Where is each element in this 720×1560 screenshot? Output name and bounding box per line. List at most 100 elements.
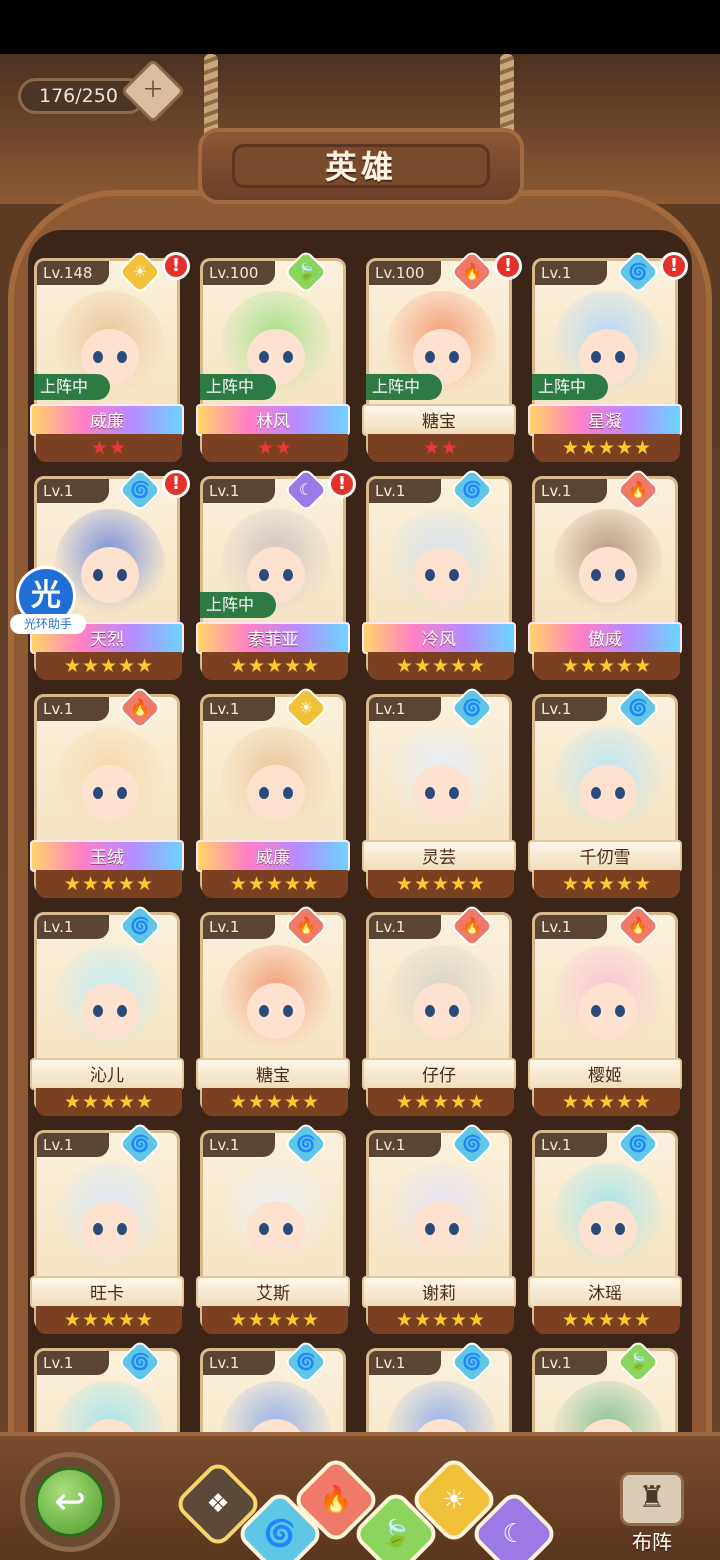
- hero-face: [413, 765, 471, 821]
- hero-face: [81, 1201, 139, 1257]
- hero-card[interactable]: Lv.1 🌀 灵芸 ★★★★★: [362, 685, 516, 900]
- hero-eye: [615, 1005, 625, 1017]
- star-rating: ★★: [202, 434, 348, 462]
- hero-face: [81, 765, 139, 821]
- hero-card[interactable]: Lv.1 🌀 沐瑶 ★★★★★: [528, 1121, 682, 1336]
- hero-name: 沁儿: [30, 1058, 184, 1090]
- hero-level: Lv.1: [37, 1351, 109, 1375]
- hero-portrait: [221, 1163, 331, 1273]
- hero-level: Lv.1: [369, 915, 441, 939]
- hero-face: [247, 1201, 305, 1257]
- hero-eye: [259, 1223, 269, 1235]
- star-rating: ★★★★★: [368, 1306, 514, 1334]
- alert-badge: !: [494, 252, 522, 280]
- hero-face: [579, 983, 637, 1039]
- hero-name: 千仞雪: [528, 840, 682, 872]
- hero-face: [579, 547, 637, 603]
- formation-button[interactable]: ♜ 布阵: [612, 1472, 692, 1556]
- hero-card[interactable]: Lv.1 ☾! 上阵中 索菲亚 ★★★★★: [196, 467, 356, 682]
- hero-portrait: [55, 1163, 165, 1273]
- star-rating: ★★★★★: [534, 1088, 680, 1116]
- hero-face: [81, 983, 139, 1039]
- back-button[interactable]: ↩: [20, 1452, 120, 1552]
- star-rating: ★★★★★: [534, 434, 680, 462]
- hero-name: 旺卡: [30, 1276, 184, 1308]
- hero-card[interactable]: Lv.1 🌀! 上阵中 星凝 ★★★★★: [528, 249, 688, 464]
- hero-portrait: [553, 1163, 663, 1273]
- hero-eye: [117, 1005, 127, 1017]
- hero-level: Lv.1: [535, 915, 607, 939]
- star-rating: ★★★★★: [368, 652, 514, 680]
- hero-level: Lv.1: [369, 697, 441, 721]
- hero-face: [579, 1201, 637, 1257]
- hero-face: [413, 983, 471, 1039]
- deployed-badge: 上阵中: [200, 592, 276, 618]
- hero-eye: [591, 1223, 601, 1235]
- hero-eye: [259, 1005, 269, 1017]
- alert-badge: !: [162, 252, 190, 280]
- hero-level: Lv.100: [203, 261, 275, 285]
- hero-level: Lv.1: [535, 1351, 607, 1375]
- alert-badge: !: [660, 252, 688, 280]
- hero-level: Lv.1: [535, 1133, 607, 1157]
- hero-eye: [93, 569, 103, 581]
- hero-card[interactable]: Lv.1 🔥 糖宝 ★★★★★: [196, 903, 350, 1118]
- hero-card[interactable]: Lv.1 🌀 冷风 ★★★★★: [362, 467, 516, 682]
- hero-card[interactable]: Lv.148 ☀! 上阵中 威廉 ★★: [30, 249, 190, 464]
- star-rating: ★★★★★: [36, 1306, 182, 1334]
- hero-portrait: [553, 727, 663, 837]
- hero-card[interactable]: Lv.1 🔥 傲威 ★★★★★: [528, 467, 682, 682]
- hero-face: [413, 547, 471, 603]
- hero-level: Lv.1: [37, 915, 109, 939]
- star-rating: ★★★★★: [534, 652, 680, 680]
- hero-eye: [425, 1005, 435, 1017]
- hero-portrait: [221, 727, 331, 837]
- hero-name: 谢莉: [362, 1276, 516, 1308]
- assistant-label: 光环助手: [10, 614, 86, 634]
- hero-name: 林风: [196, 404, 350, 436]
- hero-card[interactable]: Lv.1 🌀 旺卡 ★★★★★: [30, 1121, 184, 1336]
- hero-level: Lv.1: [203, 479, 275, 503]
- hero-card[interactable]: Lv.1 🔥 仔仔 ★★★★★: [362, 903, 516, 1118]
- hero-eye: [425, 787, 435, 799]
- formation-label: 布阵: [632, 1530, 672, 1554]
- all-filter-icon: ❖: [206, 1489, 230, 1519]
- hero-eye: [449, 1005, 459, 1017]
- hero-eye: [615, 569, 625, 581]
- hero-card[interactable]: Lv.1 🌀 艾斯 ★★★★★: [196, 1121, 350, 1336]
- hero-eye: [117, 1223, 127, 1235]
- hero-portrait: [387, 509, 497, 619]
- star-rating: ★★★★★: [202, 870, 348, 898]
- hero-portrait: [387, 945, 497, 1055]
- deployed-badge: 上阵中: [200, 374, 276, 400]
- hero-card[interactable]: Lv.1 🔥 玉绒 ★★★★★: [30, 685, 184, 900]
- hero-card[interactable]: Lv.100 🍃 上阵中 林风 ★★: [196, 249, 350, 464]
- hero-card[interactable]: Lv.1 🔥 樱姬 ★★★★★: [528, 903, 682, 1118]
- hero-face: [81, 547, 139, 603]
- star-rating: ★★★★★: [368, 870, 514, 898]
- hero-card[interactable]: Lv.1 🌀 沁儿 ★★★★★: [30, 903, 184, 1118]
- hero-card[interactable]: Lv.1 ☀ 威廉 ★★★★★: [196, 685, 350, 900]
- hero-eye: [117, 787, 127, 799]
- hero-eye: [615, 351, 625, 363]
- star-rating: ★★★★★: [534, 870, 680, 898]
- hero-face: [413, 1201, 471, 1257]
- hero-card[interactable]: Lv.100 🔥! 上阵中 糖宝 ★★: [362, 249, 522, 464]
- hero-portrait: [221, 945, 331, 1055]
- chess-formation-icon: ♜: [620, 1472, 684, 1526]
- deployed-badge: 上阵中: [34, 374, 110, 400]
- hero-card[interactable]: Lv.1 🌀 谢莉 ★★★★★: [362, 1121, 516, 1336]
- hero-level: Lv.1: [37, 697, 109, 721]
- fire-filter-icon: 🔥: [319, 1485, 353, 1515]
- hero-name: 星凝: [528, 404, 682, 436]
- hero-eye: [259, 351, 269, 363]
- light-filter-icon: ☀: [442, 1485, 466, 1515]
- hero-eye: [259, 787, 269, 799]
- hero-face: [247, 983, 305, 1039]
- title-sign: 英雄: [198, 128, 524, 204]
- assistant-float-button[interactable]: 光 光环助手: [10, 566, 86, 634]
- hero-portrait: [387, 1163, 497, 1273]
- status-bar: [0, 0, 720, 54]
- hero-card[interactable]: Lv.1 🌀 千仞雪 ★★★★★: [528, 685, 682, 900]
- deployed-badge: 上阵中: [366, 374, 442, 400]
